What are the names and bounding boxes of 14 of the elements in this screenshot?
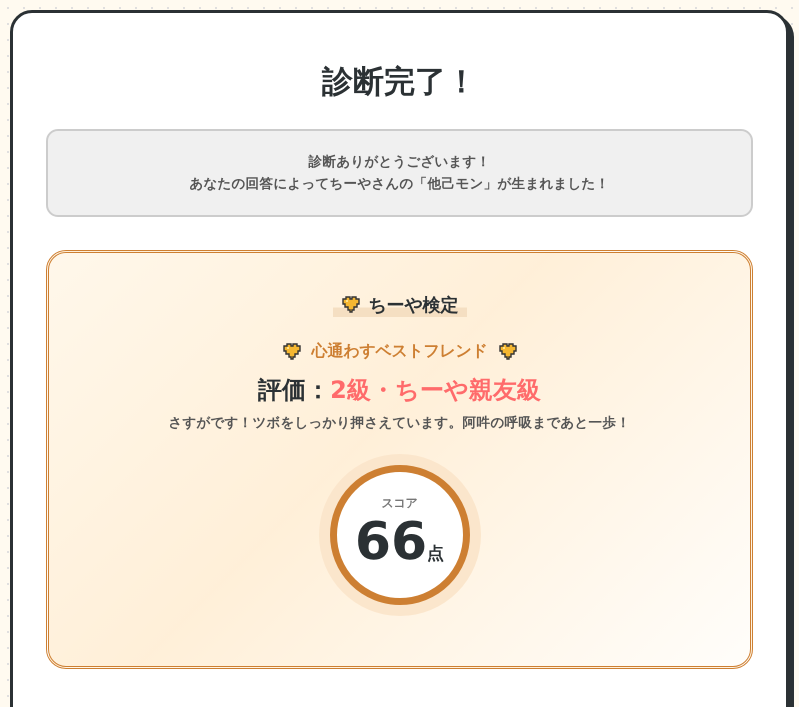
score-value: 66: [354, 512, 428, 572]
message-text: 診断ありがとうございます！: [307, 153, 492, 172]
heart-icon: [282, 342, 302, 360]
comment-text: さすがです！ツボをしっかり押さえています。阿吽の呼吸まであと一歩！: [168, 414, 630, 432]
heart-icon: [340, 296, 360, 314]
page-title: 診断完了！: [320, 63, 478, 102]
type-name: 心通わすベストフレンド: [312, 341, 488, 362]
score-label: スコア: [382, 494, 418, 512]
heart-icon: [498, 342, 518, 360]
rating-value: 2級・ちーや親友級: [330, 376, 541, 404]
score-unit: 点: [427, 542, 444, 564]
section-heading: ちーや検定: [368, 294, 458, 317]
message-text: あなたの回答によってちーやさんの「他己モン」が生まれました！: [188, 175, 610, 194]
rating-label: 評価：: [258, 376, 330, 404]
